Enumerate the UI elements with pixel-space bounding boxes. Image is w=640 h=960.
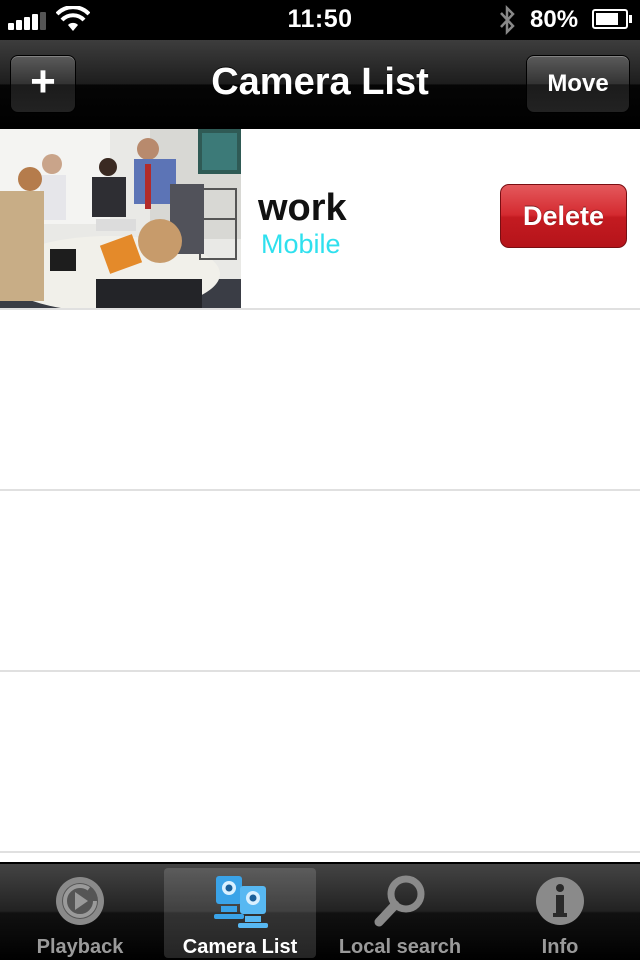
battery-percent: 80% xyxy=(530,6,579,33)
tab-label: Info xyxy=(541,936,579,958)
battery-icon xyxy=(592,9,632,29)
status-bar: 11:50 80% xyxy=(0,0,640,40)
navigation-bar: + Camera List Move xyxy=(0,40,640,129)
bluetooth-icon xyxy=(500,4,515,36)
tab-label: Local search xyxy=(338,936,462,958)
tab-label: Camera List xyxy=(182,936,298,958)
delete-button[interactable]: Delete xyxy=(500,184,627,248)
tab-playback[interactable]: Playback xyxy=(4,868,156,958)
camera-list-icon xyxy=(214,876,268,928)
tab-label: Playback xyxy=(36,936,124,958)
playback-icon xyxy=(56,877,104,925)
camera-row[interactable]: work Mobile Delete xyxy=(0,129,640,310)
camera-thumbnail[interactable] xyxy=(0,129,241,308)
move-button[interactable]: Move xyxy=(526,55,630,113)
camera-list: work Mobile Delete xyxy=(0,129,640,853)
tab-camera-list[interactable]: Camera List xyxy=(164,868,316,958)
list-item xyxy=(0,310,640,491)
camera-name: work xyxy=(258,187,347,229)
tab-bar: Playback Camera List Local search Info xyxy=(0,862,640,960)
search-icon xyxy=(374,875,425,927)
camera-list-screen: 11:50 80% + Camera List Move work Mobile… xyxy=(0,0,640,960)
list-item xyxy=(0,672,640,853)
camera-type: Mobile xyxy=(261,229,341,259)
tab-local-search[interactable]: Local search xyxy=(324,868,476,958)
list-item xyxy=(0,491,640,672)
info-icon xyxy=(536,877,584,925)
tab-info[interactable]: Info xyxy=(484,868,636,958)
